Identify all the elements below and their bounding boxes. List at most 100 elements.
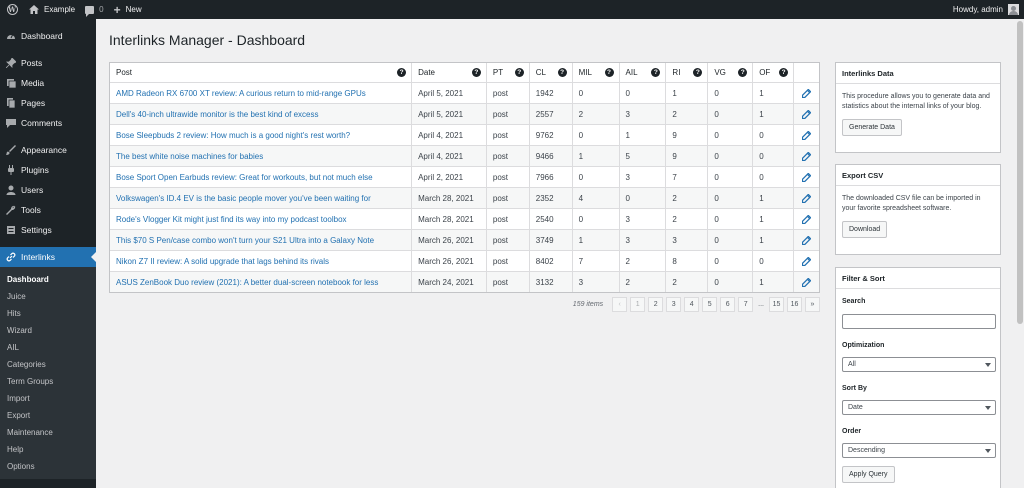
header-mil[interactable]: MIL? <box>571 63 619 82</box>
post-link[interactable]: ASUS ZenBook Duo review (2021): A better… <box>116 278 378 287</box>
sidebar-item-dashboard[interactable]: Dashboard <box>0 26 96 46</box>
pencil-icon[interactable] <box>802 193 812 203</box>
submenu-item-juice[interactable]: Juice <box>0 288 96 305</box>
pencil-icon[interactable] <box>802 151 812 161</box>
sidebar-item-posts[interactable]: Posts <box>0 53 96 73</box>
cell-post[interactable]: Bose Sleepbuds 2 review: How much is a g… <box>110 125 411 145</box>
header-ri[interactable]: RI? <box>665 63 707 82</box>
post-link[interactable]: Volkswagen's ID.4 EV is the basic people… <box>116 194 371 203</box>
site-name-link[interactable]: Example <box>24 0 80 19</box>
submenu-item-maintenance[interactable]: Maintenance <box>0 424 96 441</box>
help-icon[interactable]: ? <box>557 68 567 77</box>
sidebar-item-users[interactable]: Users <box>0 180 96 200</box>
page-button[interactable]: 15 <box>769 297 784 312</box>
prev-page-button[interactable]: ‹ <box>612 297 628 312</box>
post-link[interactable]: This $70 S Pen/case combo won't turn you… <box>116 236 374 245</box>
submenu-item-categories[interactable]: Categories <box>0 356 96 373</box>
post-link[interactable]: Nikon Z7 II review: A solid upgrade that… <box>116 257 329 266</box>
cell-post[interactable]: AMD Radeon RX 6700 XT review: A curious … <box>110 83 411 103</box>
sidebar-item-appearance[interactable]: Appearance <box>0 140 96 160</box>
sidebar-item-pages[interactable]: Pages <box>0 93 96 113</box>
pencil-icon[interactable] <box>802 172 812 182</box>
post-link[interactable]: The best white noise machines for babies <box>116 152 263 161</box>
post-link[interactable]: Bose Sport Open Earbuds review: Great fo… <box>116 173 373 182</box>
pencil-icon[interactable] <box>802 88 812 98</box>
help-icon[interactable]: ? <box>779 68 789 77</box>
post-link[interactable]: Bose Sleepbuds 2 review: How much is a g… <box>116 131 350 140</box>
cell-value: 7966 <box>535 172 554 182</box>
search-input[interactable] <box>842 314 996 329</box>
page-button[interactable]: 1 <box>630 297 646 312</box>
page-button[interactable]: 2 <box>648 297 664 312</box>
pencil-icon[interactable] <box>802 256 812 266</box>
submenu-item-wizard[interactable]: Wizard <box>0 322 96 339</box>
page-button[interactable]: 3 <box>666 297 682 312</box>
sidebar-item-comments[interactable]: Comments <box>0 113 96 133</box>
sidebar-item-plugins[interactable]: Plugins <box>0 160 96 180</box>
header-post[interactable]: Post? <box>110 63 411 82</box>
page-button[interactable]: 7 <box>738 297 754 312</box>
account-menu[interactable]: Howdy, admin <box>953 0 1019 19</box>
next-page-button[interactable]: » <box>805 297 820 312</box>
header-ail[interactable]: AIL? <box>618 63 666 82</box>
new-content-link[interactable]: + New <box>109 0 147 19</box>
cell-post[interactable]: The best white noise machines for babies <box>110 146 411 166</box>
comments-link[interactable]: 0 <box>80 0 108 19</box>
page-button[interactable]: 6 <box>720 297 736 312</box>
apply-query-button[interactable]: Apply Query <box>842 466 895 483</box>
cell-post[interactable]: Volkswagen's ID.4 EV is the basic people… <box>110 188 411 208</box>
cell-mil: 4 <box>571 188 619 208</box>
sidebar-item-media[interactable]: Media <box>0 73 96 93</box>
submenu-item-help[interactable]: Help <box>0 441 96 458</box>
header-cl[interactable]: CL? <box>528 63 572 82</box>
post-link[interactable]: Rode's Vlogger Kit might just find its w… <box>116 215 347 224</box>
sidebar-item-tools[interactable]: Tools <box>0 200 96 220</box>
header-of[interactable]: OF? <box>752 63 793 82</box>
pencil-icon[interactable] <box>802 277 812 287</box>
submenu-item-dashboard[interactable]: Dashboard <box>0 271 96 288</box>
pencil-icon[interactable] <box>802 235 812 245</box>
header-pt[interactable]: PT? <box>485 63 529 82</box>
help-icon[interactable]: ? <box>651 68 661 77</box>
submenu-item-term-groups[interactable]: Term Groups <box>0 373 96 390</box>
pencil-icon[interactable] <box>802 109 812 119</box>
cell-post[interactable]: This $70 S Pen/case combo won't turn you… <box>110 230 411 250</box>
submenu-item-ail[interactable]: AIL <box>0 339 96 356</box>
sidebar-item-settings[interactable]: Settings <box>0 220 96 240</box>
page-button[interactable]: 4 <box>684 297 700 312</box>
page-button[interactable]: 5 <box>702 297 718 312</box>
help-icon[interactable]: ? <box>693 68 703 77</box>
cell-post[interactable]: Nikon Z7 II review: A solid upgrade that… <box>110 251 411 271</box>
header-vg[interactable]: VG? <box>707 63 752 82</box>
page-button[interactable]: 16 <box>787 297 802 312</box>
download-button[interactable]: Download <box>842 221 888 238</box>
generate-data-button[interactable]: Generate Data <box>842 119 902 136</box>
help-icon[interactable]: ? <box>604 68 614 77</box>
optimization-select[interactable]: All <box>842 357 996 372</box>
cell-post[interactable]: ASUS ZenBook Duo review (2021): A better… <box>110 272 411 292</box>
sidebar-item-interlinks[interactable]: Interlinks <box>0 247 96 267</box>
help-icon[interactable]: ? <box>738 68 748 77</box>
submenu-item-hits[interactable]: Hits <box>0 305 96 322</box>
cell-mil: 0 <box>571 125 619 145</box>
submenu-item-options[interactable]: Options <box>0 458 96 475</box>
help-icon[interactable]: ? <box>397 68 407 77</box>
post-link[interactable]: AMD Radeon RX 6700 XT review: A curious … <box>116 89 366 98</box>
help-icon[interactable]: ? <box>471 68 481 77</box>
pencil-icon[interactable] <box>802 130 812 140</box>
cell-post[interactable]: Rode's Vlogger Kit might just find its w… <box>110 209 411 229</box>
submenu-item-import[interactable]: Import <box>0 390 96 407</box>
help-icon[interactable]: ? <box>514 68 524 77</box>
cell-ri: 2 <box>665 104 707 124</box>
scrollbar-thumb[interactable] <box>1017 21 1023 324</box>
cell-post[interactable]: Dell's 40-inch ultrawide monitor is the … <box>110 104 411 124</box>
sort-by-select[interactable]: Date <box>842 400 996 415</box>
order-select[interactable]: Descending <box>842 443 996 458</box>
page-scrollbar[interactable] <box>1016 19 1024 488</box>
submenu-item-export[interactable]: Export <box>0 407 96 424</box>
cell-post[interactable]: Bose Sport Open Earbuds review: Great fo… <box>110 167 411 187</box>
wordpress-logo-icon[interactable]: W <box>0 0 24 19</box>
pencil-icon[interactable] <box>802 214 812 224</box>
header-date[interactable]: Date? <box>411 63 486 82</box>
post-link[interactable]: Dell's 40-inch ultrawide monitor is the … <box>116 110 319 119</box>
